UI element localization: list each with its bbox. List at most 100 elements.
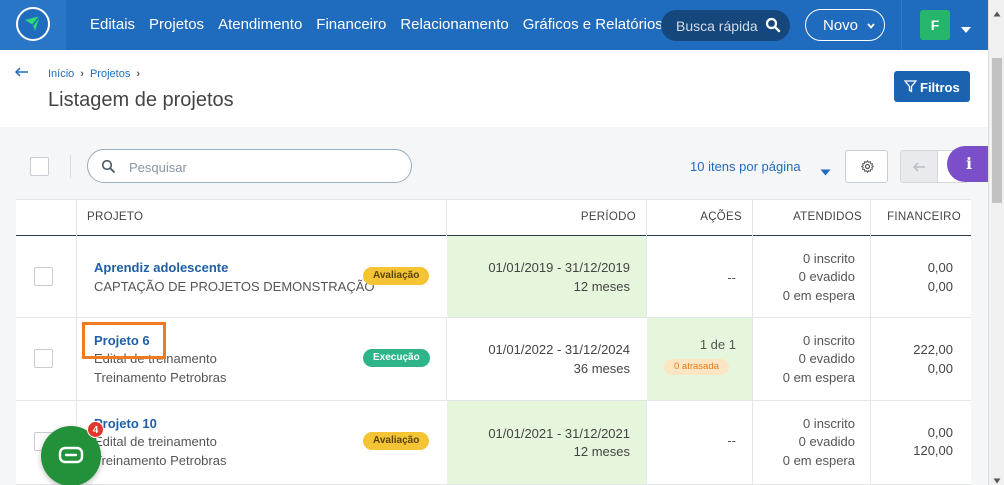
table-row[interactable]: 01/01/2021 - 31/12/2021 12 meses Projeto… (16, 401, 971, 485)
column-header-atendidos[interactable]: ATENDIDOS (793, 211, 862, 223)
financial-value-1: 222,00 (913, 342, 953, 357)
column-divider (646, 200, 647, 237)
scroll-down-icon[interactable] (993, 471, 1001, 485)
status-badge: Avaliação (363, 267, 430, 285)
app-logo-icon[interactable] (16, 7, 50, 41)
waiting-count: 0 em espera (782, 370, 855, 385)
table-header: PROJETO PERÍODO AÇÕES ATENDIDOS FINANCEI… (16, 199, 971, 237)
chat-icon (58, 446, 84, 464)
dropped-count: 0 evadido (798, 269, 855, 284)
column-divider (870, 318, 871, 401)
search-input[interactable]: Pesquisar (87, 149, 412, 183)
column-divider (752, 200, 753, 237)
search-icon[interactable] (765, 17, 781, 38)
actions-cell: -- (647, 236, 753, 317)
period-cell: 01/01/2021 - 31/12/2021 12 meses (447, 401, 647, 484)
project-title-link[interactable]: Aprendiz adolescente (94, 260, 228, 275)
scrollbar-thumb[interactable] (992, 58, 1002, 203)
project-subtitle-2: Treinamento Petrobras (94, 370, 227, 385)
dropped-count: 0 evadido (798, 434, 855, 449)
status-badge: Execução (363, 349, 430, 367)
column-settings-button[interactable] (845, 150, 888, 183)
column-divider (446, 200, 447, 237)
caret-down-icon[interactable] (820, 163, 831, 181)
filters-button[interactable]: Filtros (894, 71, 970, 102)
column-divider (870, 200, 871, 237)
period-duration: 12 meses (573, 279, 630, 294)
period-cell: 01/01/2019 - 31/12/2019 12 meses (447, 236, 647, 317)
chevron-down-icon (866, 18, 876, 35)
nav-divider (901, 0, 902, 50)
new-button[interactable]: Novo (805, 9, 885, 41)
enrolled-count: 0 inscrito (802, 251, 855, 266)
back-arrow-icon[interactable] (14, 65, 30, 83)
actions-value: 1 de 1 (699, 337, 736, 352)
column-divider (76, 200, 77, 237)
nav-projetos[interactable]: Projetos (149, 16, 204, 33)
financial-value-2: 120,00 (913, 443, 953, 458)
caret-down-icon[interactable] (960, 21, 972, 39)
column-divider (446, 318, 447, 401)
project-subtitle: Edital de treinamento (94, 434, 217, 449)
column-divider (76, 318, 77, 401)
row-checkbox[interactable] (34, 267, 53, 286)
scroll-up-icon[interactable] (993, 4, 1001, 22)
waiting-count: 0 em espera (782, 288, 855, 303)
project-subtitle-2: Treinamento Petrobras (94, 453, 227, 468)
page-header: Início › Projetos › Listagem de projetos… (0, 50, 988, 127)
items-per-page-select[interactable]: 10 itens por página (690, 159, 801, 174)
search-icon (101, 159, 116, 179)
logo-area[interactable] (0, 0, 66, 50)
breadcrumb: Início › Projetos › (48, 68, 140, 80)
info-button[interactable]: i (947, 146, 991, 182)
table-row[interactable]: 01/01/2019 - 31/12/2019 12 meses Aprendi… (16, 236, 971, 318)
period-duration: 36 meses (573, 361, 630, 376)
financial-value-2: 0,00 (927, 279, 953, 294)
nav-graficos-relatorios[interactable]: Gráficos e Relatórios (523, 16, 663, 33)
quick-search-placeholder: Busca rápida (676, 18, 758, 34)
chat-notification-badge: 4 (87, 421, 104, 438)
nav-financeiro[interactable]: Financeiro (316, 16, 386, 33)
financial-value-1: 0,00 (927, 260, 953, 275)
dropped-count: 0 evadido (798, 351, 855, 366)
gear-icon (861, 160, 874, 173)
user-avatar[interactable]: F (920, 10, 950, 40)
previous-page-button[interactable] (900, 150, 938, 183)
filters-button-label: Filtros (920, 80, 960, 95)
nav-relacionamento[interactable]: Relacionamento (400, 16, 508, 33)
financial-value-1: 0,00 (927, 425, 953, 440)
status-badge: Avaliação (363, 432, 430, 450)
breadcrumb-projetos[interactable]: Projetos (90, 68, 130, 80)
column-divider (752, 318, 753, 401)
column-header-financeiro[interactable]: FINANCEIRO (887, 211, 961, 223)
breadcrumb-inicio[interactable]: Início (48, 68, 74, 80)
filter-icon (903, 80, 918, 96)
highlight-box (82, 322, 166, 359)
nav-atendimento[interactable]: Atendimento (218, 16, 302, 33)
actions-value: -- (727, 270, 736, 285)
top-navbar: Editais Projetos Atendimento Financeiro … (0, 0, 1004, 50)
financial-value-2: 0,00 (927, 361, 953, 376)
actions-cell: -- (647, 401, 753, 484)
new-button-label: Novo (823, 17, 859, 34)
main-nav: Editais Projetos Atendimento Financeiro … (90, 16, 663, 33)
actions-value: -- (727, 433, 736, 448)
enrolled-count: 0 inscrito (802, 416, 855, 431)
page-scrollbar[interactable] (988, 0, 1004, 485)
select-all-checkbox[interactable] (30, 157, 49, 176)
actions-cell: 1 de 1 0 atrasada (647, 318, 753, 400)
nav-editais[interactable]: Editais (90, 16, 135, 33)
period-range: 01/01/2022 - 31/12/2024 (488, 342, 630, 357)
toolbar-divider (70, 155, 71, 178)
arrow-left-icon (912, 162, 925, 172)
column-header-acoes[interactable]: AÇÕES (700, 211, 742, 223)
period-duration: 12 meses (573, 444, 630, 459)
quick-search[interactable]: Busca rápida (661, 10, 790, 41)
late-badge: 0 atrasada (664, 359, 729, 375)
enrolled-count: 0 inscrito (802, 333, 855, 348)
column-header-projeto[interactable]: PROJETO (87, 211, 143, 223)
row-checkbox[interactable] (34, 349, 53, 368)
page-title: Listagem de projetos (48, 89, 234, 111)
column-divider (870, 236, 871, 318)
column-header-periodo[interactable]: PERÍODO (581, 211, 636, 223)
